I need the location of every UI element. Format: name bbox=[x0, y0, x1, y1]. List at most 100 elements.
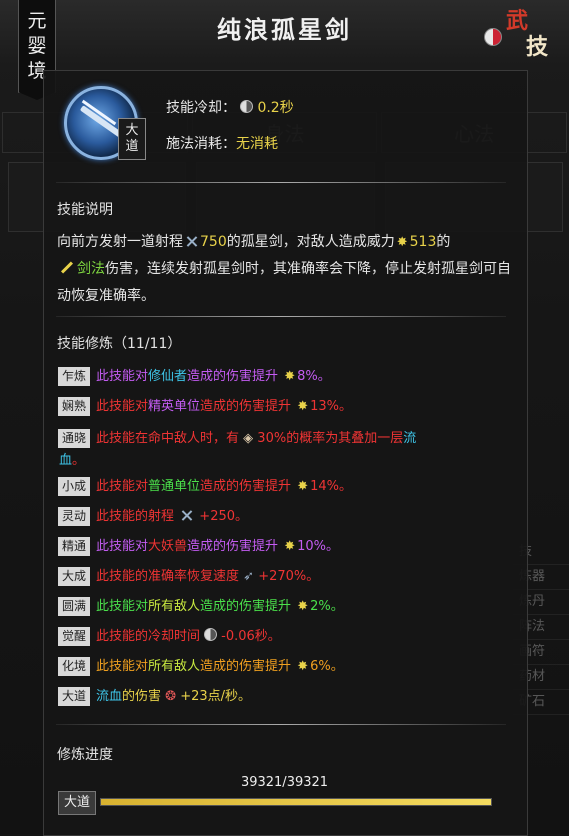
row-value: +23点/秒。 bbox=[180, 689, 252, 704]
training-row: 娴熟 此技能对精英单位造成的伤害提升 ✸ 13%。 bbox=[58, 397, 508, 416]
skill-description: 向前方发射一道射程 750的孤星剑，对敌人造成威力 ✸ 513的 剑法伤害，连续发射孤星… bbox=[57, 229, 517, 310]
training-tag: 乍炼 bbox=[58, 367, 90, 386]
row-target: 血 bbox=[59, 453, 73, 468]
training-tag: 小成 bbox=[58, 477, 90, 496]
desc-power: 513 bbox=[409, 234, 437, 250]
row-value: 10%。 bbox=[297, 539, 339, 554]
row-value: 13%。 bbox=[310, 399, 352, 414]
training-row: 小成 此技能对普通单位造成的伤害提升 ✸ 14%。 bbox=[58, 477, 508, 496]
accuracy-icon: ➶ bbox=[243, 569, 255, 584]
realm-char: 婴 bbox=[27, 34, 47, 57]
training-row: 觉醒 此技能的冷却时间 -0.06秒。 bbox=[58, 627, 508, 646]
range-icon bbox=[180, 509, 193, 522]
clock-icon bbox=[204, 628, 218, 641]
row-text: 造成的伤害提升 bbox=[200, 399, 292, 414]
row-text: 造成的伤害提升 bbox=[187, 539, 279, 554]
damage-icon: ✸ bbox=[297, 599, 309, 614]
desc-text: 的孤星剑，对敌人造成威力 bbox=[226, 234, 395, 250]
progress-title: 修炼进度 bbox=[57, 747, 113, 763]
training-row: 圆满 此技能对所有敌人造成的伤害提升 ✸ 2%。 bbox=[58, 597, 508, 616]
cost-row: 施法消耗：无消耗 bbox=[166, 133, 278, 153]
realm-char: 元 bbox=[27, 9, 47, 32]
row-value: 6%。 bbox=[310, 659, 344, 674]
badge-char: 道 bbox=[125, 139, 139, 154]
row-target: 所有敌人 bbox=[148, 659, 201, 674]
divider bbox=[56, 724, 506, 725]
desc-text: 伤害，连续发射孤星剑时，其准确率会下降，停止发射孤星剑可自动恢复准确率。 bbox=[57, 261, 511, 304]
training-tag: 灵动 bbox=[58, 507, 90, 526]
bleed-icon: ❂ bbox=[165, 689, 177, 704]
desc-range: 750 bbox=[200, 234, 227, 250]
damage-icon: ✸ bbox=[297, 659, 309, 674]
training-tag: 化境 bbox=[58, 657, 90, 676]
cooldown-value: 0.2秒 bbox=[257, 100, 294, 116]
damage-icon: ✸ bbox=[284, 539, 296, 554]
probability-icon: ◈ bbox=[243, 431, 254, 446]
row-value: +270%。 bbox=[258, 569, 320, 584]
row-text: 造成的伤害提升 bbox=[200, 599, 292, 614]
row-value: +250。 bbox=[199, 509, 249, 524]
category-emblem: 武 技 bbox=[506, 8, 564, 62]
row-target: 大妖兽 bbox=[148, 539, 188, 554]
power-icon: ✸ bbox=[396, 235, 408, 250]
row-text: 造成的伤害提升 bbox=[187, 369, 279, 384]
training-row: 灵动 此技能的射程 +250。 bbox=[58, 507, 508, 526]
clock-icon bbox=[240, 100, 254, 113]
cost-label: 施法消耗： bbox=[166, 136, 236, 152]
emblem-char: 武 bbox=[506, 8, 529, 34]
training-row: 大道 流血的伤害 ❂ +23点/秒。 bbox=[58, 687, 508, 706]
damage-icon: ✸ bbox=[297, 399, 309, 414]
row-text: 此技能对 bbox=[96, 399, 149, 414]
row-value: -0.06秒。 bbox=[221, 629, 281, 644]
row-text: 此技能对 bbox=[96, 539, 149, 554]
training-tag: 娴熟 bbox=[58, 397, 90, 416]
row-text: 此技能的冷却时间 bbox=[96, 629, 201, 644]
row-target: 修仙者 bbox=[148, 369, 188, 384]
training-tag: 圆满 bbox=[58, 597, 90, 616]
progress-value: 39321/39321 bbox=[240, 775, 329, 790]
row-target: 所有敌人 bbox=[148, 599, 201, 614]
skill-grade-badge: 大 道 bbox=[118, 118, 146, 160]
desc-text: 的 bbox=[436, 234, 451, 250]
progress-tag: 大道 bbox=[58, 791, 96, 815]
cooldown-row: 技能冷却： 0.2秒 bbox=[166, 97, 294, 117]
row-text: 的伤害 bbox=[122, 689, 162, 704]
training-tag: 觉醒 bbox=[58, 627, 90, 646]
range-icon bbox=[185, 235, 198, 248]
row-text: 此技能对 bbox=[96, 659, 149, 674]
cost-value: 无消耗 bbox=[236, 136, 278, 152]
training-row: 通晓 此技能在命中敌人时，有 ◈ 30%的概率为其叠加一层流 血。 bbox=[58, 428, 508, 472]
training-title: 技能修炼（11/11） bbox=[57, 336, 182, 352]
row-text: 此技能对 bbox=[96, 599, 149, 614]
damage-icon: ✸ bbox=[284, 369, 296, 384]
training-tag: 大成 bbox=[58, 567, 90, 586]
row-text: 此技能在命中敌人时，有 bbox=[96, 431, 240, 446]
training-row: 大成 此技能的准确率恢复速度 ➶ +270%。 bbox=[58, 567, 508, 586]
row-text: 此技能对 bbox=[96, 369, 149, 384]
row-text: 此技能的射程 bbox=[96, 509, 175, 524]
row-target: 流血 bbox=[96, 689, 123, 704]
row-text: 造成的伤害提升 bbox=[200, 479, 292, 494]
row-target: 流 bbox=[403, 431, 417, 446]
row-target: 精英单位 bbox=[148, 399, 201, 414]
badge-char: 大 bbox=[125, 123, 139, 138]
cooldown-label: 技能冷却： bbox=[166, 100, 236, 116]
row-text: 此技能对 bbox=[96, 479, 149, 494]
training-row: 化境 此技能对所有敌人造成的伤害提升 ✸ 6%。 bbox=[58, 657, 508, 676]
description-title: 技能说明 bbox=[57, 202, 113, 218]
row-text: 此技能的准确率恢复速度 bbox=[96, 569, 240, 584]
row-value: 2%。 bbox=[310, 599, 344, 614]
training-tag: 通晓 bbox=[58, 429, 90, 448]
sword-art-icon bbox=[60, 261, 74, 274]
row-value: 30%的概率为其叠加一层 bbox=[257, 431, 404, 446]
emblem-char: 技 bbox=[526, 34, 549, 60]
damage-icon: ✸ bbox=[297, 479, 309, 494]
toggle-icon[interactable] bbox=[484, 28, 502, 46]
row-value: 14%。 bbox=[310, 479, 352, 494]
row-target: 普通单位 bbox=[148, 479, 201, 494]
progress-fill bbox=[101, 799, 491, 805]
divider bbox=[56, 182, 506, 183]
training-tag: 大道 bbox=[58, 687, 90, 706]
divider bbox=[56, 316, 506, 317]
row-text: 造成的伤害提升 bbox=[200, 659, 292, 674]
